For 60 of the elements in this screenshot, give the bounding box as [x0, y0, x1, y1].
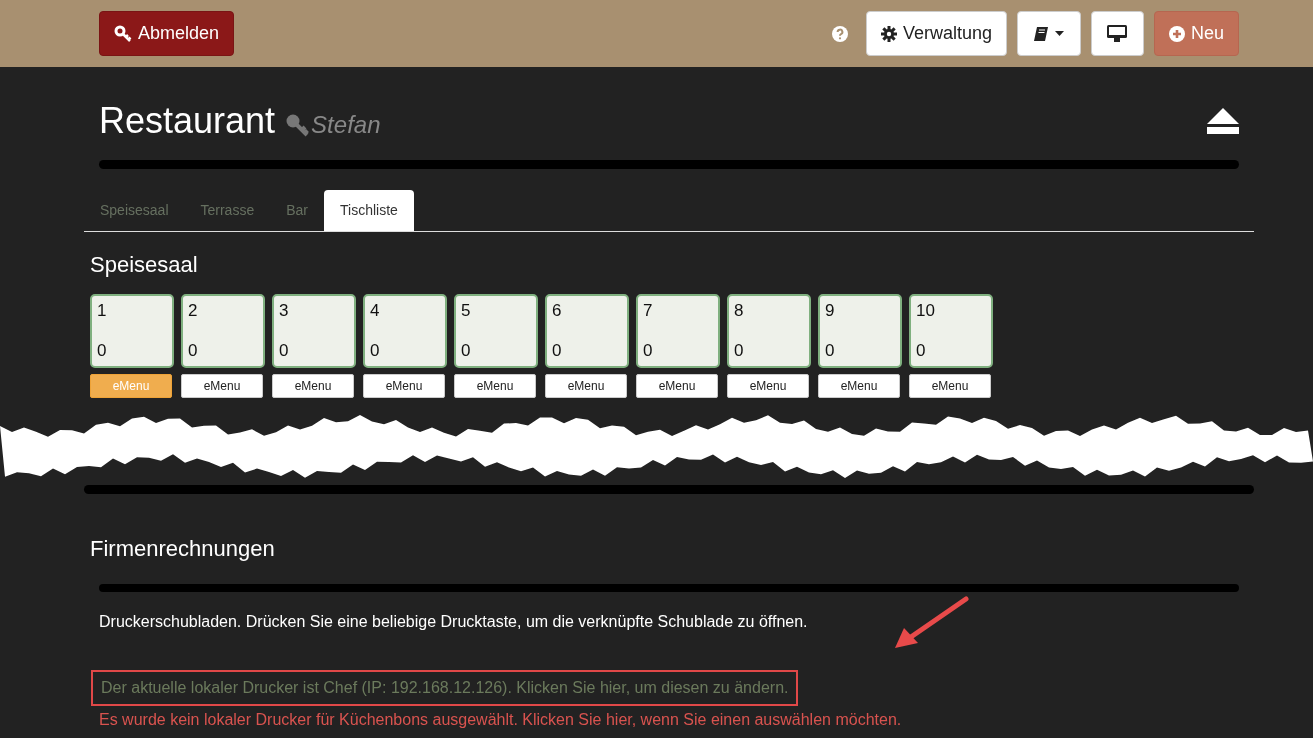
help-icon[interactable]	[831, 25, 848, 42]
guest-count: 0	[916, 340, 927, 362]
gear-icon	[880, 25, 897, 42]
tab[interactable]: Tischliste	[324, 190, 414, 231]
eject-icon[interactable]	[1207, 108, 1239, 134]
table-tile[interactable]: 7 0	[636, 294, 720, 368]
emenu-button[interactable]: eMenu	[727, 374, 809, 398]
kitchen-printer-link[interactable]: Es wurde kein lokaler Drucker für Küchenbons ausgewählt. Klicken Sie hier, wenn Sie einen auswählen möchten.	[99, 710, 1239, 730]
emenu-button[interactable]: eMenu	[818, 374, 900, 398]
emenu-button[interactable]: eMenu	[363, 374, 445, 398]
guest-count: 0	[552, 340, 563, 362]
table-number: 8	[734, 300, 745, 322]
logout-button[interactable]: Abmelden	[99, 11, 235, 56]
emenu-button[interactable]: eMenu	[272, 374, 354, 398]
table-tile[interactable]: 5 0	[454, 294, 538, 368]
key-icon	[114, 24, 132, 43]
table-number: 10	[916, 300, 936, 322]
table-number: 3	[279, 300, 290, 322]
table-tile[interactable]: 3 0	[272, 294, 356, 368]
key-icon	[285, 113, 310, 137]
table-tile[interactable]: 6 0	[545, 294, 629, 368]
emenu-button[interactable]: eMenu	[636, 374, 718, 398]
table-tile[interactable]: 10 0	[909, 294, 993, 368]
table-number: 1	[97, 300, 108, 322]
table-tile[interactable]: 4 0	[363, 294, 447, 368]
section-heading: Firmenrechnungen	[90, 536, 276, 562]
plus-circle-icon	[1168, 25, 1185, 42]
emenu-button[interactable]: eMenu	[181, 374, 263, 398]
user-name: Stefan	[311, 111, 381, 139]
admin-button[interactable]: Verwaltung	[865, 11, 1007, 56]
table-tile[interactable]: 8 0	[727, 294, 811, 368]
emenu-button[interactable]: eMenu	[454, 374, 536, 398]
guest-count: 0	[461, 340, 472, 362]
guest-count: 0	[279, 340, 290, 362]
table-number: 9	[825, 300, 836, 322]
caret-icon	[1055, 31, 1065, 36]
guest-count: 0	[97, 340, 108, 362]
table-number: 7	[643, 300, 654, 322]
emenu-button[interactable]: eMenu	[909, 374, 991, 398]
table-number: 5	[461, 300, 472, 322]
drawer-note: Druckerschubladen. Drücken Sie eine beliebige Drucktaste, um die verknüpfte Schublade zu öffnen.	[99, 612, 809, 632]
table-number: 4	[370, 300, 381, 322]
section-heading: Speisesaal	[90, 252, 199, 278]
new-button[interactable]: Neu	[1153, 11, 1239, 56]
display-button[interactable]	[1090, 11, 1144, 56]
page-title: Restaurant	[99, 100, 276, 142]
table-number: 2	[188, 300, 199, 322]
monitor-icon	[1107, 25, 1128, 42]
emenu-button[interactable]: eMenu	[545, 374, 627, 398]
table-tile[interactable]: 9 0	[818, 294, 902, 368]
book-menu-button[interactable]	[1016, 11, 1081, 56]
book-icon	[1033, 25, 1050, 42]
table-tile[interactable]: 1 0	[90, 294, 174, 368]
guest-count: 0	[643, 340, 654, 362]
guest-count: 0	[734, 340, 745, 362]
table-number: 6	[552, 300, 563, 322]
table-tile[interactable]: 2 0	[181, 294, 265, 368]
guest-count: 0	[370, 340, 381, 362]
guest-count: 0	[188, 340, 199, 362]
guest-count: 0	[825, 340, 836, 362]
